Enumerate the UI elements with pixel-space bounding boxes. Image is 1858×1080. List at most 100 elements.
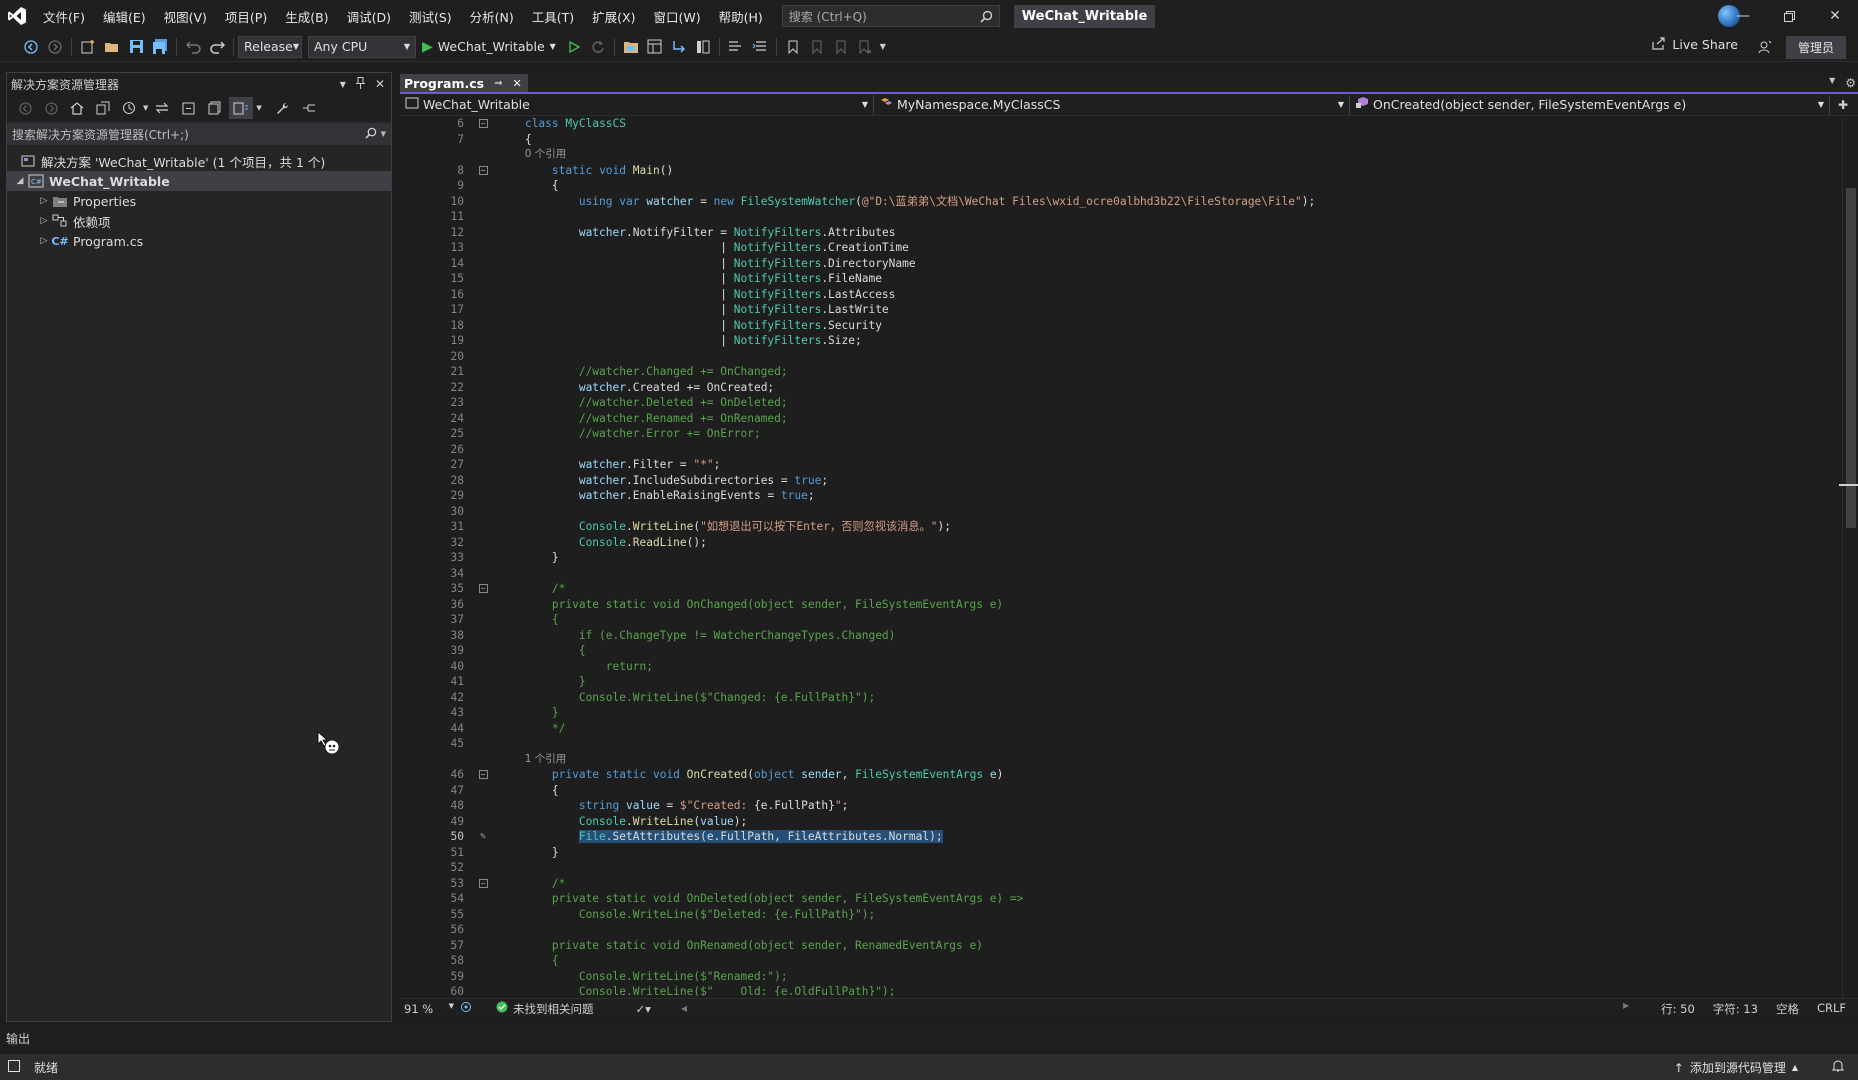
code-line[interactable]: 29 watcher.EnableRaisingEvents = true; (400, 488, 1858, 504)
live-share-button[interactable]: Live Share (1652, 36, 1738, 53)
collapse-region-icon[interactable]: − (478, 165, 488, 175)
collapse-region-icon[interactable]: − (478, 770, 488, 780)
menu-item[interactable]: 调试(D) (338, 0, 400, 32)
code-line[interactable]: 45 (400, 736, 1858, 752)
save-all-icon[interactable] (149, 36, 171, 58)
next-bookmark-icon[interactable] (830, 36, 852, 58)
code-line[interactable]: 1 个引用 (400, 752, 1858, 768)
menu-item[interactable]: 帮助(H) (710, 0, 772, 32)
line-number[interactable]: 行: 50 (1661, 1001, 1695, 1017)
code-line[interactable]: 57 private static void OnRenamed(object … (400, 938, 1858, 954)
chevron-down-icon[interactable]: ▼ (143, 104, 148, 112)
code-line[interactable]: 24 //watcher.Renamed += OnRenamed; (400, 411, 1858, 427)
code-line[interactable]: 32 Console.ReadLine(); (400, 535, 1858, 551)
platform-dropdown[interactable]: Any CPU ▼ (308, 35, 416, 58)
visual-studio-logo-icon[interactable] (0, 0, 34, 32)
project-nav-dropdown[interactable]: WeChat_Writable ▼ (400, 94, 874, 115)
collapse-region-icon[interactable]: − (478, 584, 488, 594)
scroll-left-arrow-icon[interactable]: ◀ (681, 1004, 687, 1013)
code-line[interactable]: 36 private static void OnChanged(object … (400, 597, 1858, 613)
pin-icon[interactable]: ⇝ (494, 78, 502, 89)
sync-with-document-icon[interactable] (151, 97, 173, 119)
switch-views-icon[interactable] (92, 97, 114, 119)
bookmark-icon[interactable] (782, 36, 804, 58)
uncomment-lines-icon[interactable] (749, 36, 771, 58)
code-line[interactable]: 37 { (400, 612, 1858, 628)
code-line[interactable]: 60 Console.WriteLine($" Old: {e.OldFullP… (400, 984, 1858, 996)
scrollbar-thumb[interactable] (1846, 188, 1856, 528)
redo-icon[interactable] (206, 36, 228, 58)
code-line[interactable]: 28 watcher.IncludeSubdirectories = true; (400, 473, 1858, 489)
pin-icon[interactable] (355, 76, 365, 92)
zoom-dropdown[interactable]: 91 % ▼ (400, 1002, 460, 1016)
chevron-down-icon[interactable]: ▼ (381, 130, 386, 138)
whitespace-mode[interactable]: 空格 (1776, 1001, 1799, 1017)
code-line[interactable]: 55 Console.WriteLine($"Deleted: {e.FullP… (400, 907, 1858, 923)
save-icon[interactable] (125, 36, 147, 58)
expanded-arrow-icon[interactable]: ◢ (13, 176, 27, 186)
code-line[interactable]: 40 return; (400, 659, 1858, 675)
solution-explorer-search[interactable]: 搜索解决方案资源管理器(Ctrl+;) ▼ (7, 123, 391, 145)
pending-changes-filter-icon[interactable] (118, 97, 140, 119)
split-editor-icon[interactable]: ✚ (1838, 98, 1848, 112)
back-icon[interactable] (20, 36, 42, 58)
code-line[interactable]: 7 { (400, 132, 1858, 148)
code-line[interactable]: 11 (400, 209, 1858, 225)
code-line[interactable]: 26 (400, 442, 1858, 458)
menu-item[interactable]: 扩展(X) (583, 0, 644, 32)
breakpoints-icon[interactable] (692, 36, 714, 58)
open-file-icon[interactable] (101, 36, 123, 58)
code-line[interactable]: 12 watcher.NotifyFilter = NotifyFilters.… (400, 225, 1858, 241)
configuration-dropdown[interactable]: Release ▼ (238, 35, 302, 58)
code-line[interactable]: 31 Console.WriteLine("如想退出可以按下Enter，否则忽视… (400, 519, 1858, 535)
code-line[interactable]: 41 } (400, 674, 1858, 690)
code-line[interactable]: 20 (400, 349, 1858, 365)
clear-bookmarks-icon[interactable] (854, 36, 876, 58)
code-line[interactable]: 18 | NotifyFilters.Security (400, 318, 1858, 334)
code-line[interactable]: 21 //watcher.Changed += OnChanged; (400, 364, 1858, 380)
menu-item[interactable]: 编辑(E) (94, 0, 155, 32)
collapse-all-icon[interactable] (177, 97, 199, 119)
tree-item-properties[interactable]: ▷ Properties (7, 191, 391, 211)
tree-item-program-cs[interactable]: ▷ C# Program.cs (7, 231, 391, 251)
code-line[interactable]: 8 − static void Main() (400, 163, 1858, 179)
vertical-scrollbar[interactable] (1839, 118, 1858, 998)
restore-button[interactable] (1766, 0, 1812, 32)
code-line[interactable]: 15 | NotifyFilters.FileName (400, 271, 1858, 287)
layout-icon[interactable] (644, 36, 666, 58)
minimize-button[interactable]: — (1720, 0, 1766, 32)
code-line[interactable]: 52 (400, 860, 1858, 876)
browse-folder-icon[interactable] (620, 36, 642, 58)
solution-node[interactable]: 解决方案 'WeChat_Writable' (1 个项目，共 1 个) (7, 151, 391, 171)
scroll-right-arrow-icon[interactable]: ▶ (1623, 1001, 1629, 1017)
code-line[interactable]: 25 //watcher.Error += OnError; (400, 426, 1858, 442)
code-line[interactable]: 13 | NotifyFilters.CreationTime (400, 240, 1858, 256)
menu-item[interactable]: 窗口(W) (644, 0, 709, 32)
code-line[interactable]: 44 */ (400, 721, 1858, 737)
code-line[interactable]: 33 } (400, 550, 1858, 566)
code-line[interactable]: 23 //watcher.Deleted += OnDeleted; (400, 395, 1858, 411)
code-line[interactable]: 35 − /* (400, 581, 1858, 597)
notifications-bell-icon[interactable] (1831, 1059, 1845, 1076)
edit-pencil-icon[interactable]: ✎ (480, 829, 486, 845)
panel-options-icon[interactable]: ▼ (340, 80, 346, 89)
code-line[interactable]: 0 个引用 (400, 147, 1858, 163)
feedback-icon[interactable] (1758, 40, 1772, 57)
comment-lines-icon[interactable] (725, 36, 747, 58)
undo-icon[interactable] (182, 36, 204, 58)
menu-item[interactable]: 分析(N) (461, 0, 523, 32)
collapse-region-icon[interactable]: − (478, 119, 488, 129)
step-into-icon[interactable] (668, 36, 690, 58)
codelens-reference-count[interactable]: 1 个引用 (498, 752, 567, 768)
search-box[interactable]: 搜索 (Ctrl+Q) (781, 5, 1000, 27)
code-line[interactable]: 16 | NotifyFilters.LastAccess (400, 287, 1858, 303)
close-window-button[interactable]: ✕ (1812, 0, 1858, 32)
code-line[interactable]: 50 ✎ File.SetAttributes(e.FullPath, FileA… (400, 829, 1858, 845)
member-nav-dropdown[interactable]: OnCreated(object sender, FileSystemEvent… (1350, 94, 1830, 115)
home-icon[interactable] (66, 97, 88, 119)
code-line[interactable]: 10 using var watcher = new FileSystemWat… (400, 194, 1858, 210)
toolbar-overflow-icon[interactable]: ▼ (878, 36, 888, 58)
show-all-files-icon[interactable] (203, 97, 225, 119)
collapsed-arrow-icon[interactable]: ▷ (37, 196, 51, 206)
menu-item[interactable]: 视图(V) (155, 0, 216, 32)
